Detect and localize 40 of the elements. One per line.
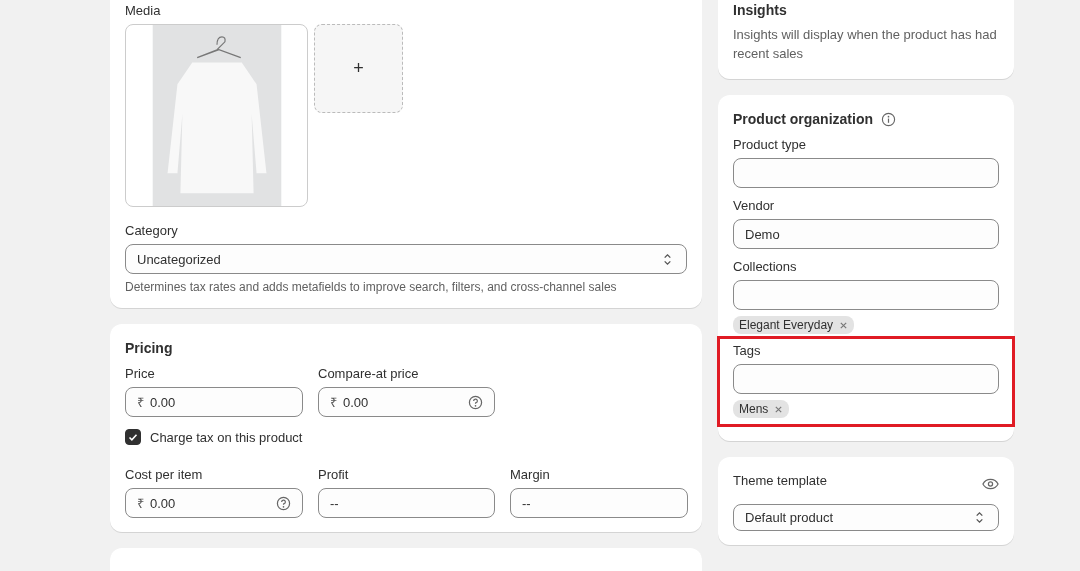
insights-title: Insights: [733, 3, 788, 17]
close-icon[interactable]: [774, 404, 784, 414]
help-icon[interactable]: [468, 394, 483, 410]
field-label: Price: [125, 366, 156, 381]
checkbox-label: Charge tax on this product: [150, 429, 303, 445]
field-label: Tags: [733, 343, 762, 358]
input-field[interactable]: Demo: [733, 219, 999, 249]
eye-icon[interactable]: [982, 477, 999, 490]
close-icon[interactable]: [839, 320, 849, 330]
field-label: Profit: [318, 467, 350, 482]
product-thumbnail[interactable]: [125, 24, 308, 207]
info-icon[interactable]: [881, 111, 896, 127]
media-label: Media: [125, 3, 162, 18]
price-field[interactable]: ₹ 0.00: [318, 387, 495, 417]
tag-label: Elegant Everyday: [739, 318, 834, 332]
insights-text: Insights will display when the product has had recent sales: [733, 26, 998, 63]
tag-label: Mens: [739, 402, 769, 416]
theme-template-label: Theme template: [733, 473, 827, 488]
add-media-button[interactable]: +: [314, 24, 403, 113]
field-label: Collections: [733, 259, 798, 274]
field-label: Compare-at price: [318, 366, 420, 381]
price-field[interactable]: ₹ 0.00: [125, 387, 303, 417]
category-label: Category: [125, 223, 179, 238]
help-icon[interactable]: [276, 495, 291, 511]
field-label: Vendor: [733, 198, 776, 213]
price-field[interactable]: --: [510, 488, 688, 518]
category-select[interactable]: Uncategorized: [125, 244, 687, 274]
price-field[interactable]: --: [318, 488, 495, 518]
input-field[interactable]: [733, 364, 999, 394]
organization-title: Product organization: [733, 111, 873, 127]
input-field[interactable]: [733, 280, 999, 310]
checkbox[interactable]: [125, 429, 141, 445]
theme-template-select[interactable]: Default product: [733, 504, 999, 531]
field-label: Margin: [510, 467, 551, 482]
pricing-title: Pricing: [125, 340, 174, 356]
price-field[interactable]: ₹ 0.00: [125, 488, 303, 518]
field-label: Product type: [733, 137, 807, 152]
category-help-text: Determines tax rates and adds metafields to improve search, filters, and cross-channel sales: [125, 280, 618, 294]
input-field[interactable]: [733, 158, 999, 188]
field-label: Cost per item: [125, 467, 204, 482]
